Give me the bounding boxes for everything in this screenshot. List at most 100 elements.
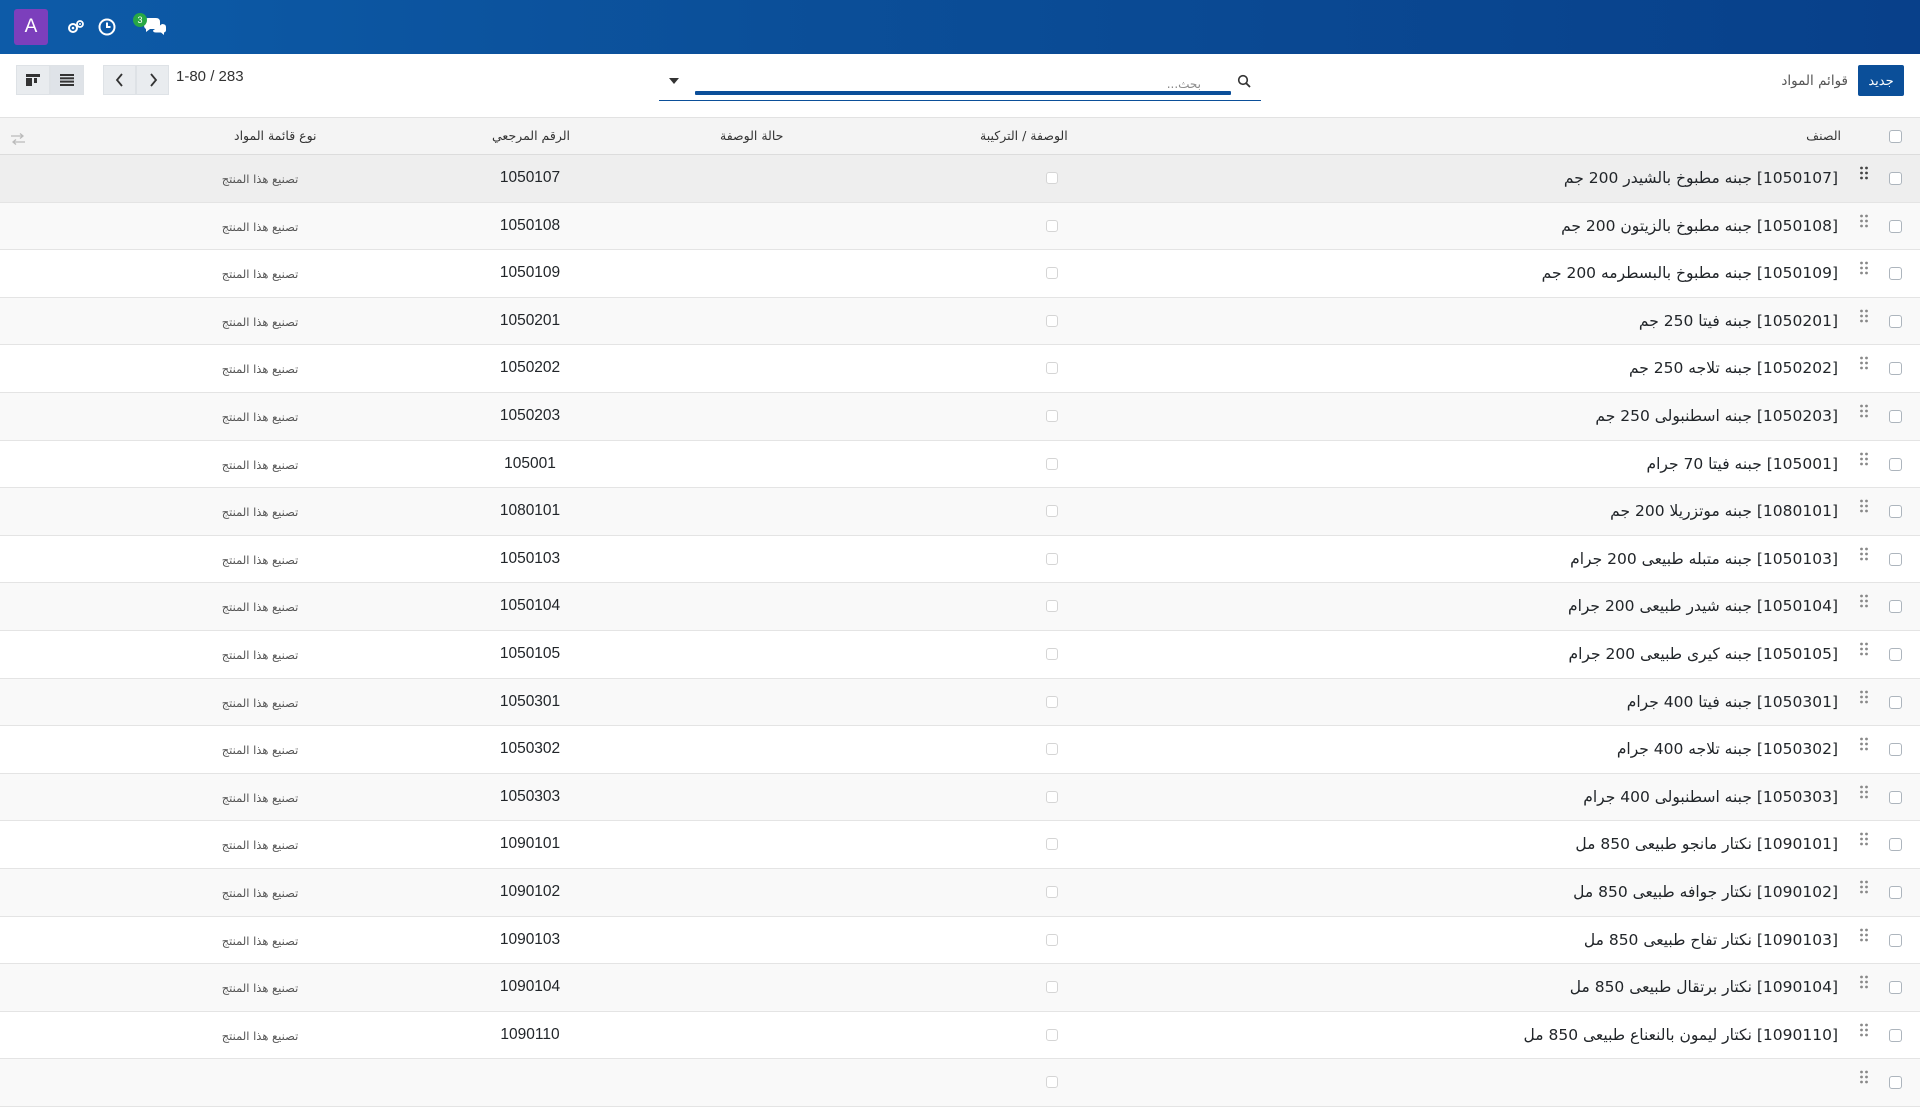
product-cell: [1090101] نكتار مانجو طبيعى 850 مل — [1575, 835, 1838, 854]
row-select-checkbox[interactable] — [1889, 219, 1902, 233]
table-row[interactable]: [1050202] جبنه تلاجه 250 جم 1050202 تصنيع … — [0, 345, 1920, 393]
drag-handle-icon[interactable] — [1859, 166, 1871, 184]
table-row[interactable]: [1090103] نكتار تفاح طبيعى 850 مل 1090103… — [0, 916, 1920, 965]
row-select-checkbox[interactable] — [1889, 743, 1902, 757]
table-row[interactable]: [1090102] نكتار جوافه طبيعى 850 مل 109010… — [0, 869, 1920, 917]
select-all-checkbox[interactable] — [1889, 130, 1902, 143]
reference-cell: 1090102 — [499, 883, 561, 900]
product-cell: [1050109] جبنه مطبوخ بالبسطرمه 200 جم — [1541, 264, 1838, 283]
column-header-bom-type[interactable]: نوع قائمة المواد — [234, 128, 317, 143]
bom-type-cell: تصنيع هذا المنتج — [221, 1028, 299, 1043]
debug-icon[interactable] — [64, 15, 88, 39]
column-header-recipe-status[interactable]: حالة الوصفة — [720, 128, 783, 143]
drag-handle-icon[interactable] — [1859, 309, 1871, 327]
row-select-checkbox[interactable] — [1889, 1076, 1902, 1090]
row-select-checkbox[interactable] — [1889, 362, 1902, 376]
table-row[interactable]: [1050302] جبنه تلاجه 400 جرام 1050302 تصني… — [0, 726, 1920, 774]
breadcrumb: قوائم المواد — [1781, 73, 1848, 89]
clock-icon[interactable] — [95, 15, 119, 39]
drag-handle-icon[interactable] — [1859, 690, 1871, 708]
pager-previous-button[interactable] — [103, 65, 136, 95]
drag-handle-icon[interactable] — [1859, 1023, 1871, 1041]
recipe-checkbox — [1046, 314, 1058, 327]
drag-handle-icon[interactable] — [1859, 880, 1871, 898]
drag-handle-icon[interactable] — [1859, 356, 1871, 374]
column-header-reference[interactable]: الرقم المرجعي — [492, 128, 570, 143]
table-row[interactable]: [1050107] جبنه مطبوخ بالشيدر 200 جم 10501… — [0, 155, 1920, 203]
pager-next-button[interactable] — [136, 65, 169, 95]
drag-handle-icon[interactable] — [1859, 499, 1871, 517]
table-row[interactable]: [1050109] جبنه مطبوخ بالبسطرمه 200 جم 105… — [0, 250, 1920, 298]
column-header-product[interactable]: الصنف — [1806, 128, 1841, 143]
row-select-checkbox[interactable] — [1889, 648, 1902, 661]
pager-value[interactable]: 1-80 / 283 — [176, 68, 244, 85]
row-select-checkbox[interactable] — [1889, 790, 1902, 804]
table-row[interactable]: [1050104] جبنه شيدر طبيعى 200 جرام 105010… — [0, 583, 1920, 631]
row-select-checkbox[interactable] — [1889, 410, 1902, 423]
drag-handle-icon[interactable] — [1859, 1070, 1871, 1088]
row-select-checkbox[interactable] — [1889, 1028, 1902, 1042]
app-avatar[interactable]: A — [14, 9, 48, 45]
drag-handle-icon[interactable] — [1859, 928, 1871, 946]
recipe-checkbox — [1046, 838, 1058, 851]
list-view-icon[interactable] — [50, 65, 84, 95]
table-row[interactable]: [1050303] جبنه اسطنبولى 400 جرام 1050303 ت… — [0, 773, 1920, 822]
drag-handle-icon[interactable] — [1859, 594, 1871, 612]
reference-cell: 1090101 — [499, 835, 561, 853]
search-options-toggle-icon[interactable] — [667, 74, 681, 88]
row-select-checkbox[interactable] — [1889, 933, 1902, 947]
reference-cell: 1050302 — [499, 740, 561, 758]
drag-handle-icon[interactable] — [1859, 214, 1871, 232]
reference-cell: 1090103 — [499, 930, 561, 948]
table-row[interactable]: [1050103] جبنه متبله طبيعى 200 جرام 10501… — [0, 535, 1920, 584]
table-row[interactable]: [1050105] جبنه كيرى طبيعى 200 جرام 105010… — [0, 631, 1920, 679]
drag-handle-icon[interactable] — [1859, 785, 1871, 803]
row-select-checkbox[interactable] — [1889, 838, 1902, 852]
row-select-checkbox[interactable] — [1889, 172, 1902, 185]
kanban-view-icon[interactable] — [16, 65, 50, 95]
table-row[interactable]: [1050301] جبنه فيتا 400 جرام 1050301 تصنيع… — [0, 678, 1920, 727]
drag-handle-icon[interactable] — [1859, 642, 1871, 660]
row-select-checkbox[interactable] — [1889, 457, 1902, 471]
recipe-checkbox — [1046, 219, 1058, 232]
drag-handle-icon[interactable] — [1859, 261, 1871, 279]
search-icon[interactable] — [1237, 73, 1253, 89]
bom-type-cell: تصنيع هذا المنتج — [221, 362, 299, 377]
reference-cell: 1050107 — [499, 169, 561, 186]
table-row[interactable]: [1050203] جبنه اسطنبولى 250 جم 1050203 تصن… — [0, 393, 1920, 441]
bom-type-cell: تصنيع هذا المنتج — [221, 933, 299, 948]
drag-handle-icon[interactable] — [1859, 452, 1871, 470]
row-select-checkbox[interactable] — [1889, 267, 1902, 281]
drag-handle-icon[interactable] — [1859, 404, 1871, 422]
table-row[interactable]: [1050108] جبنه مطبوخ بالزيتون 200 جم 1050… — [0, 202, 1920, 251]
table-row[interactable]: [105001] جبنه فيتا 70 جرام 105001 تصنيع هذ… — [0, 440, 1920, 489]
drag-handle-icon[interactable] — [1859, 975, 1871, 993]
row-select-checkbox[interactable] — [1889, 505, 1902, 519]
table-row[interactable]: [1090110] نكتار ليمون بالنعناع طبيعى 850… — [0, 1011, 1920, 1060]
product-cell: [1050103] جبنه متبله طبيعى 200 جرام — [1570, 549, 1838, 568]
recipe-checkbox — [1046, 172, 1058, 184]
row-select-checkbox[interactable] — [1889, 886, 1902, 899]
optional-columns-icon[interactable] — [10, 130, 26, 145]
table-row[interactable]: [1050201] جبنه فيتا 250 جم 1050201 تصنيع ه… — [0, 297, 1920, 346]
row-select-checkbox[interactable] — [1889, 981, 1902, 995]
row-select-checkbox[interactable] — [1889, 695, 1902, 709]
bom-type-cell: تصنيع هذا المنتج — [221, 410, 299, 424]
row-select-checkbox[interactable] — [1889, 552, 1902, 566]
product-cell: [1050201] جبنه فيتا 250 جم — [1638, 311, 1838, 330]
table-row[interactable]: [1080101] جبنه موتزريلا 200 جم 1080101 تصن… — [0, 488, 1920, 536]
table-row[interactable] — [0, 1059, 1920, 1107]
product-cell: [1050105] جبنه كيرى طبيعى 200 جرام — [1568, 645, 1839, 663]
new-button[interactable]: جديد — [1858, 65, 1904, 96]
drag-handle-icon[interactable] — [1859, 832, 1871, 850]
drag-handle-icon[interactable] — [1859, 547, 1871, 565]
recipe-checkbox — [1046, 1076, 1058, 1089]
row-select-checkbox[interactable] — [1889, 314, 1902, 328]
table-row[interactable]: [1090101] نكتار مانجو طبيعى 850 مل 109010… — [0, 821, 1920, 869]
table-row[interactable]: [1090104] نكتار برتقال طبيعى 850 مل 10901… — [0, 964, 1920, 1012]
product-cell: [1050108] جبنه مطبوخ بالزيتون 200 جم — [1561, 216, 1838, 235]
drag-handle-icon[interactable] — [1859, 737, 1871, 755]
row-select-checkbox[interactable] — [1889, 600, 1902, 614]
bom-type-cell: تصنيع هذا المنتج — [221, 838, 299, 853]
column-header-recipe[interactable]: الوصفة / التركيبة — [980, 128, 1068, 143]
